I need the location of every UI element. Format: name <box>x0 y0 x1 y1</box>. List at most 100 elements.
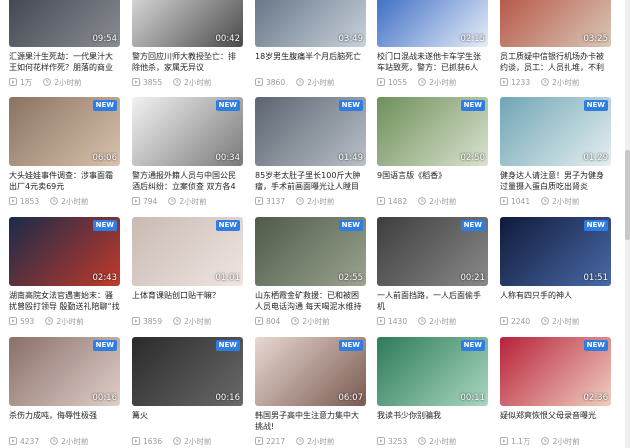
video-title[interactable]: 疑似郑爽恢恨父母录音曝光 <box>500 410 611 432</box>
clock-icon <box>173 78 181 86</box>
new-badge: NEW <box>583 340 608 351</box>
video-title[interactable]: 18岁男生腹痛半个月后脑死亡 <box>255 51 366 73</box>
video-title[interactable]: 我读书少你别骗我 <box>377 410 488 432</box>
video-card[interactable]: NEW 00:34 警方通报外籍人员与中国公民酒后纠纷：立案侦查 双方各4人被拘押 7… <box>132 97 243 206</box>
play-count: 1233 <box>511 77 531 87</box>
video-card[interactable]: 03:25 员工质疑中信银行机场办卡被约谈，员工：人员扎堆，不利于防疫 1233 2小… <box>500 0 611 87</box>
video-duration: 01:29 <box>583 153 609 163</box>
video-card[interactable]: NEW 00:16 篝火 1636 2小时前 <box>132 337 243 446</box>
video-title[interactable]: 大头娃娃事件调查：涉事面霜出厂4元卖69元 <box>9 170 120 192</box>
video-title[interactable]: 韩国男子高中生注意力集中大挑战! <box>255 410 366 432</box>
clock-icon <box>43 78 52 86</box>
play-count-icon <box>500 197 508 205</box>
play-count-icon <box>377 197 385 205</box>
video-duration: 02:43 <box>92 273 118 283</box>
video-card[interactable]: NEW 02:55 山东栖霞金矿救援：已和被困人员电话沟通 每天喝泥水维持生存 804… <box>255 217 366 326</box>
video-card[interactable]: NEW 00:16 杀伤力成吨，侮辱性极强 4237 2小时前 <box>9 337 120 446</box>
video-thumbnail[interactable]: NEW 01:29 <box>500 97 611 166</box>
video-card[interactable]: NEW 02:50 9国语言版《稻香》 1482 2小时前 <box>377 97 488 206</box>
video-card[interactable]: NEW 02:36 疑似郑爽恢恨父母录音曝光 1.1万 2小时前 <box>500 337 611 446</box>
play-count-icon <box>255 78 263 86</box>
publish-time: 2小时前 <box>61 436 89 446</box>
clock-icon <box>296 78 304 86</box>
video-thumbnail[interactable]: 09:54 <box>9 0 120 47</box>
video-thumbnail[interactable]: NEW 02:50 <box>377 97 488 166</box>
play-count: 2217 <box>266 436 286 446</box>
video-card[interactable]: NEW 01:29 健身达人请注意！男子为健身过量摄入蛋白质吃出肾炎 1041 2小时前 <box>500 97 611 206</box>
video-card[interactable]: NEW 00:21 一人前面挡路，一人后面偷手机 1430 2小时前 <box>377 217 488 326</box>
video-title[interactable]: 一人前面挡路，一人后面偷手机 <box>377 290 488 312</box>
video-duration: 03:25 <box>583 34 609 44</box>
video-meta: 1636 2小时前 <box>132 436 243 446</box>
video-title[interactable]: 85岁老太肚子里长100斤大肿瘤，手术前画面曝光让人瞠目结舌 <box>255 170 366 192</box>
play-count: 593 <box>20 316 35 326</box>
video-meta: 3855 2小时前 <box>132 77 243 87</box>
video-thumbnail[interactable]: NEW 01:01 <box>132 217 243 286</box>
video-card[interactable]: NEW 01:01 上体育课贴创口贴干嘛？ 3859 2小时前 <box>132 217 243 326</box>
video-thumbnail[interactable]: 02:15 <box>377 0 488 47</box>
video-meta: 3137 2小时前 <box>255 196 366 206</box>
video-meta: 1233 2小时前 <box>500 77 611 87</box>
video-thumbnail[interactable]: NEW 06:06 <box>9 97 120 166</box>
play-count: 1853 <box>20 196 40 206</box>
video-thumbnail[interactable]: NEW 02:55 <box>255 217 366 286</box>
new-badge: NEW <box>338 100 363 111</box>
video-title[interactable]: 9国语言版《稻香》 <box>377 170 488 192</box>
clock-icon <box>50 197 58 205</box>
play-count-icon <box>500 78 508 86</box>
new-badge: NEW <box>92 100 117 111</box>
scrollbar-thumb[interactable] <box>625 150 630 240</box>
play-count: 1430 <box>388 316 408 326</box>
video-card[interactable]: NEW 00:11 我读书少你别骗我 3253 2小时前 <box>377 337 488 446</box>
play-count: 1041 <box>511 196 531 206</box>
video-card[interactable]: NEW 01:49 85岁老太肚子里长100斤大肿瘤，手术前画面曝光让人瞠目结舌 31… <box>255 97 366 206</box>
video-title[interactable]: 员工质疑中信银行机场办卡被约谈，员工：人员扎堆，不利于防疫 <box>500 51 611 73</box>
video-thumbnail[interactable]: NEW 00:16 <box>9 337 120 406</box>
new-badge: NEW <box>92 340 117 351</box>
video-card[interactable]: 02:15 校门口混战未遂他卡车学生张车站致死，警方：已抓获6人 1055 2小时前 <box>377 0 488 87</box>
video-title[interactable]: 山东栖霞金矿救援：已和被困人员电话沟通 每天喝泥水维持生存 <box>255 290 366 312</box>
video-card[interactable]: NEW 06:06 大头娃娃事件调查：涉事面霜出厂4元卖69元 1853 2小时前 <box>9 97 120 206</box>
video-card[interactable]: 00:42 警方回应川师大教授坠亡：排除他杀，家属无异议 3855 2小时前 <box>132 0 243 87</box>
video-title[interactable]: 校门口混战未遂他卡车学生张车站致死，警方：已抓获6人 <box>377 51 488 73</box>
play-count: 3855 <box>143 77 163 87</box>
video-thumbnail[interactable]: NEW 00:11 <box>377 337 488 406</box>
video-thumbnail[interactable]: NEW 02:43 <box>9 217 120 286</box>
video-title[interactable]: 篝火 <box>132 410 243 432</box>
video-title[interactable]: 警方回应川师大教授坠亡：排除他杀，家属无异议 <box>132 51 243 73</box>
video-thumbnail[interactable]: NEW 02:36 <box>500 337 611 406</box>
video-thumbnail[interactable]: NEW 06:07 <box>255 337 366 406</box>
video-meta: 593 2小时前 <box>9 316 120 326</box>
video-card[interactable]: NEW 01:51 人称有四只手的神人 2240 2小时前 <box>500 217 611 326</box>
clock-icon <box>173 317 181 325</box>
video-meta: 794 2小时前 <box>132 196 243 206</box>
play-count: 794 <box>143 196 158 206</box>
video-thumbnail[interactable]: 03:25 <box>500 0 611 47</box>
video-card[interactable]: 09:54 汇源果汁生死劫：一代果汁大王如何花样作死？朋落的商业巨头 1万 2小时前 <box>9 0 120 87</box>
clock-icon <box>45 317 54 325</box>
video-card[interactable]: NEW 06:07 韩国男子高中生注意力集中大挑战! 2217 2小时前 <box>255 337 366 446</box>
video-duration: 00:11 <box>460 393 486 403</box>
video-title[interactable]: 杀伤力成吨，侮辱性极强 <box>9 410 120 432</box>
video-title[interactable]: 健身达人请注意！男子为健身过量摄入蛋白质吃出肾炎 <box>500 170 611 192</box>
clock-icon <box>50 437 58 445</box>
video-title[interactable]: 上体育课贴创口贴干嘛？ <box>132 290 243 312</box>
video-title[interactable]: 警方通报外籍人员与中国公民酒后纠纷：立案侦查 双方各4人被拘押 <box>132 170 243 192</box>
video-thumbnail[interactable]: 00:42 <box>132 0 243 47</box>
video-title[interactable]: 人称有四只手的神人 <box>500 290 611 312</box>
video-thumbnail[interactable]: NEW 00:21 <box>377 217 488 286</box>
video-card[interactable]: 03:49 18岁男生腹痛半个月后脑死亡 3860 2小时前 <box>255 0 366 87</box>
video-title[interactable]: 汇源果汁生死劫：一代果汁大王如何花样作死？朋落的商业巨头 <box>9 51 120 73</box>
scrollbar[interactable] <box>625 0 630 448</box>
publish-time: 2小时前 <box>429 77 457 87</box>
video-thumbnail[interactable]: NEW 00:16 <box>132 337 243 406</box>
video-thumbnail[interactable]: NEW 01:51 <box>500 217 611 286</box>
publish-time: 2小时前 <box>307 436 335 446</box>
video-thumbnail[interactable]: NEW 01:49 <box>255 97 366 166</box>
play-count-icon <box>500 437 508 445</box>
video-thumbnail[interactable]: 03:49 <box>255 0 366 47</box>
video-thumbnail[interactable]: NEW 00:34 <box>132 97 243 166</box>
video-meta: 2217 2小时前 <box>255 436 366 446</box>
video-card[interactable]: NEW 02:43 湖南高院女法官遇害始末：骚扰曾殴打领导 殷勤送礼陪聊“找关系” 5… <box>9 217 120 326</box>
video-title[interactable]: 湖南高院女法官遇害始末：骚扰曾殴打领导 殷勤送礼陪聊“找关系” <box>9 290 120 312</box>
